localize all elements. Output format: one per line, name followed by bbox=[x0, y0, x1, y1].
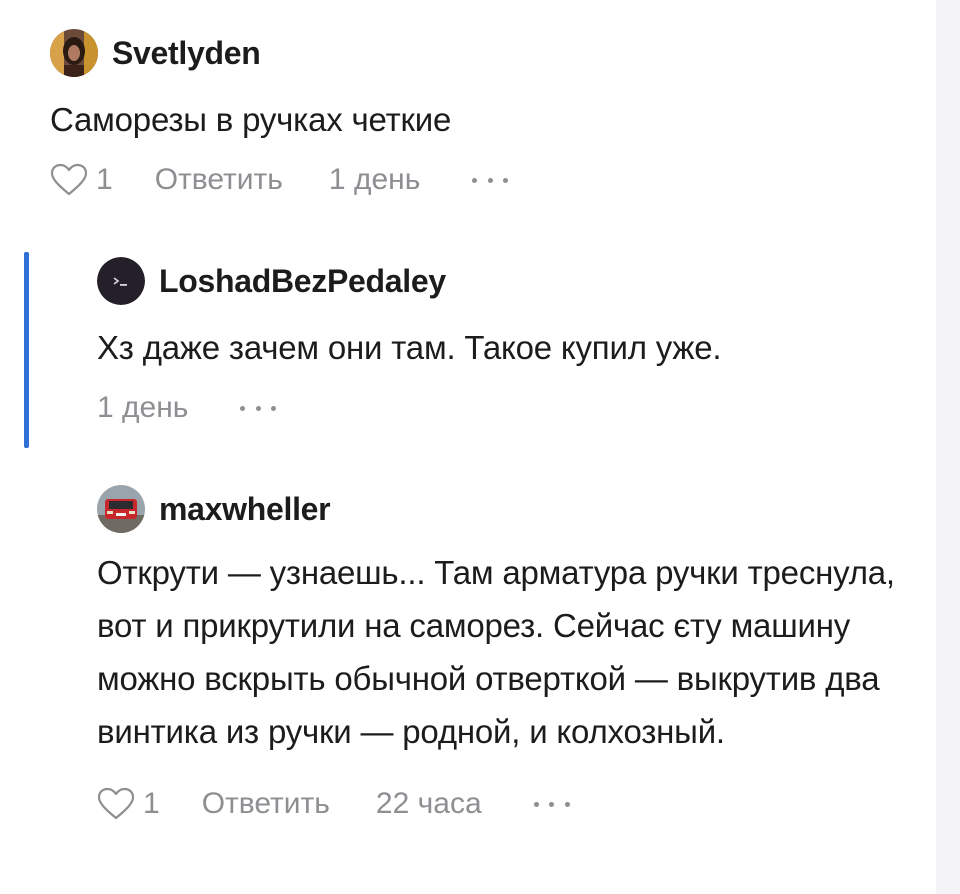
comment-time: 22 часа bbox=[375, 787, 482, 820]
comment-actions: 1 Ответить 22 часа bbox=[97, 782, 917, 826]
comments-card: Svetlyden Саморезы в ручках четкие 1 Отв… bbox=[0, 0, 936, 894]
author-name[interactable]: Svetlyden bbox=[112, 35, 261, 72]
author-name[interactable]: maxwheller bbox=[159, 491, 331, 528]
comment-author-row: maxwheller bbox=[97, 484, 917, 534]
like-count: 1 bbox=[96, 163, 113, 196]
comment-text: Открути — узнаешь... Там арматура ручки … bbox=[97, 554, 895, 750]
comment-actions: 1 день bbox=[97, 386, 917, 430]
comment-time: 1 день bbox=[97, 391, 189, 424]
comment-text: Хз даже зачем они там. Такое купил уже. bbox=[97, 329, 722, 366]
comment-actions: 1 Ответить 1 день bbox=[50, 158, 910, 202]
reply-button[interactable]: Ответить bbox=[155, 163, 283, 197]
reply-button[interactable]: Ответить bbox=[202, 787, 330, 821]
more-dots-icon[interactable] bbox=[533, 799, 570, 809]
heart-icon[interactable] bbox=[97, 787, 135, 821]
like-count: 1 bbox=[143, 787, 160, 820]
comment-author-row: Svetlyden bbox=[50, 28, 910, 78]
comment-author-row: LoshadBezPedaley bbox=[97, 256, 917, 306]
avatar[interactable] bbox=[97, 485, 145, 533]
thread-indicator bbox=[24, 252, 29, 448]
comment-maxwheller: maxwheller Открути — узнаешь... Там арма… bbox=[97, 484, 917, 826]
heart-icon[interactable] bbox=[50, 163, 88, 197]
comment-text: Саморезы в ручках четкие bbox=[50, 101, 452, 138]
more-dots-icon[interactable] bbox=[472, 175, 509, 185]
avatar[interactable] bbox=[97, 257, 145, 305]
author-name[interactable]: LoshadBezPedaley bbox=[159, 263, 446, 300]
comment-time: 1 день bbox=[328, 163, 421, 196]
comment-svetlyden: Svetlyden Саморезы в ручках четкие 1 Отв… bbox=[50, 28, 910, 202]
comment-loshadbezpedaley: LoshadBezPedaley Хз даже зачем они там. … bbox=[97, 256, 917, 430]
more-dots-icon[interactable] bbox=[240, 403, 277, 413]
avatar[interactable] bbox=[50, 29, 98, 77]
